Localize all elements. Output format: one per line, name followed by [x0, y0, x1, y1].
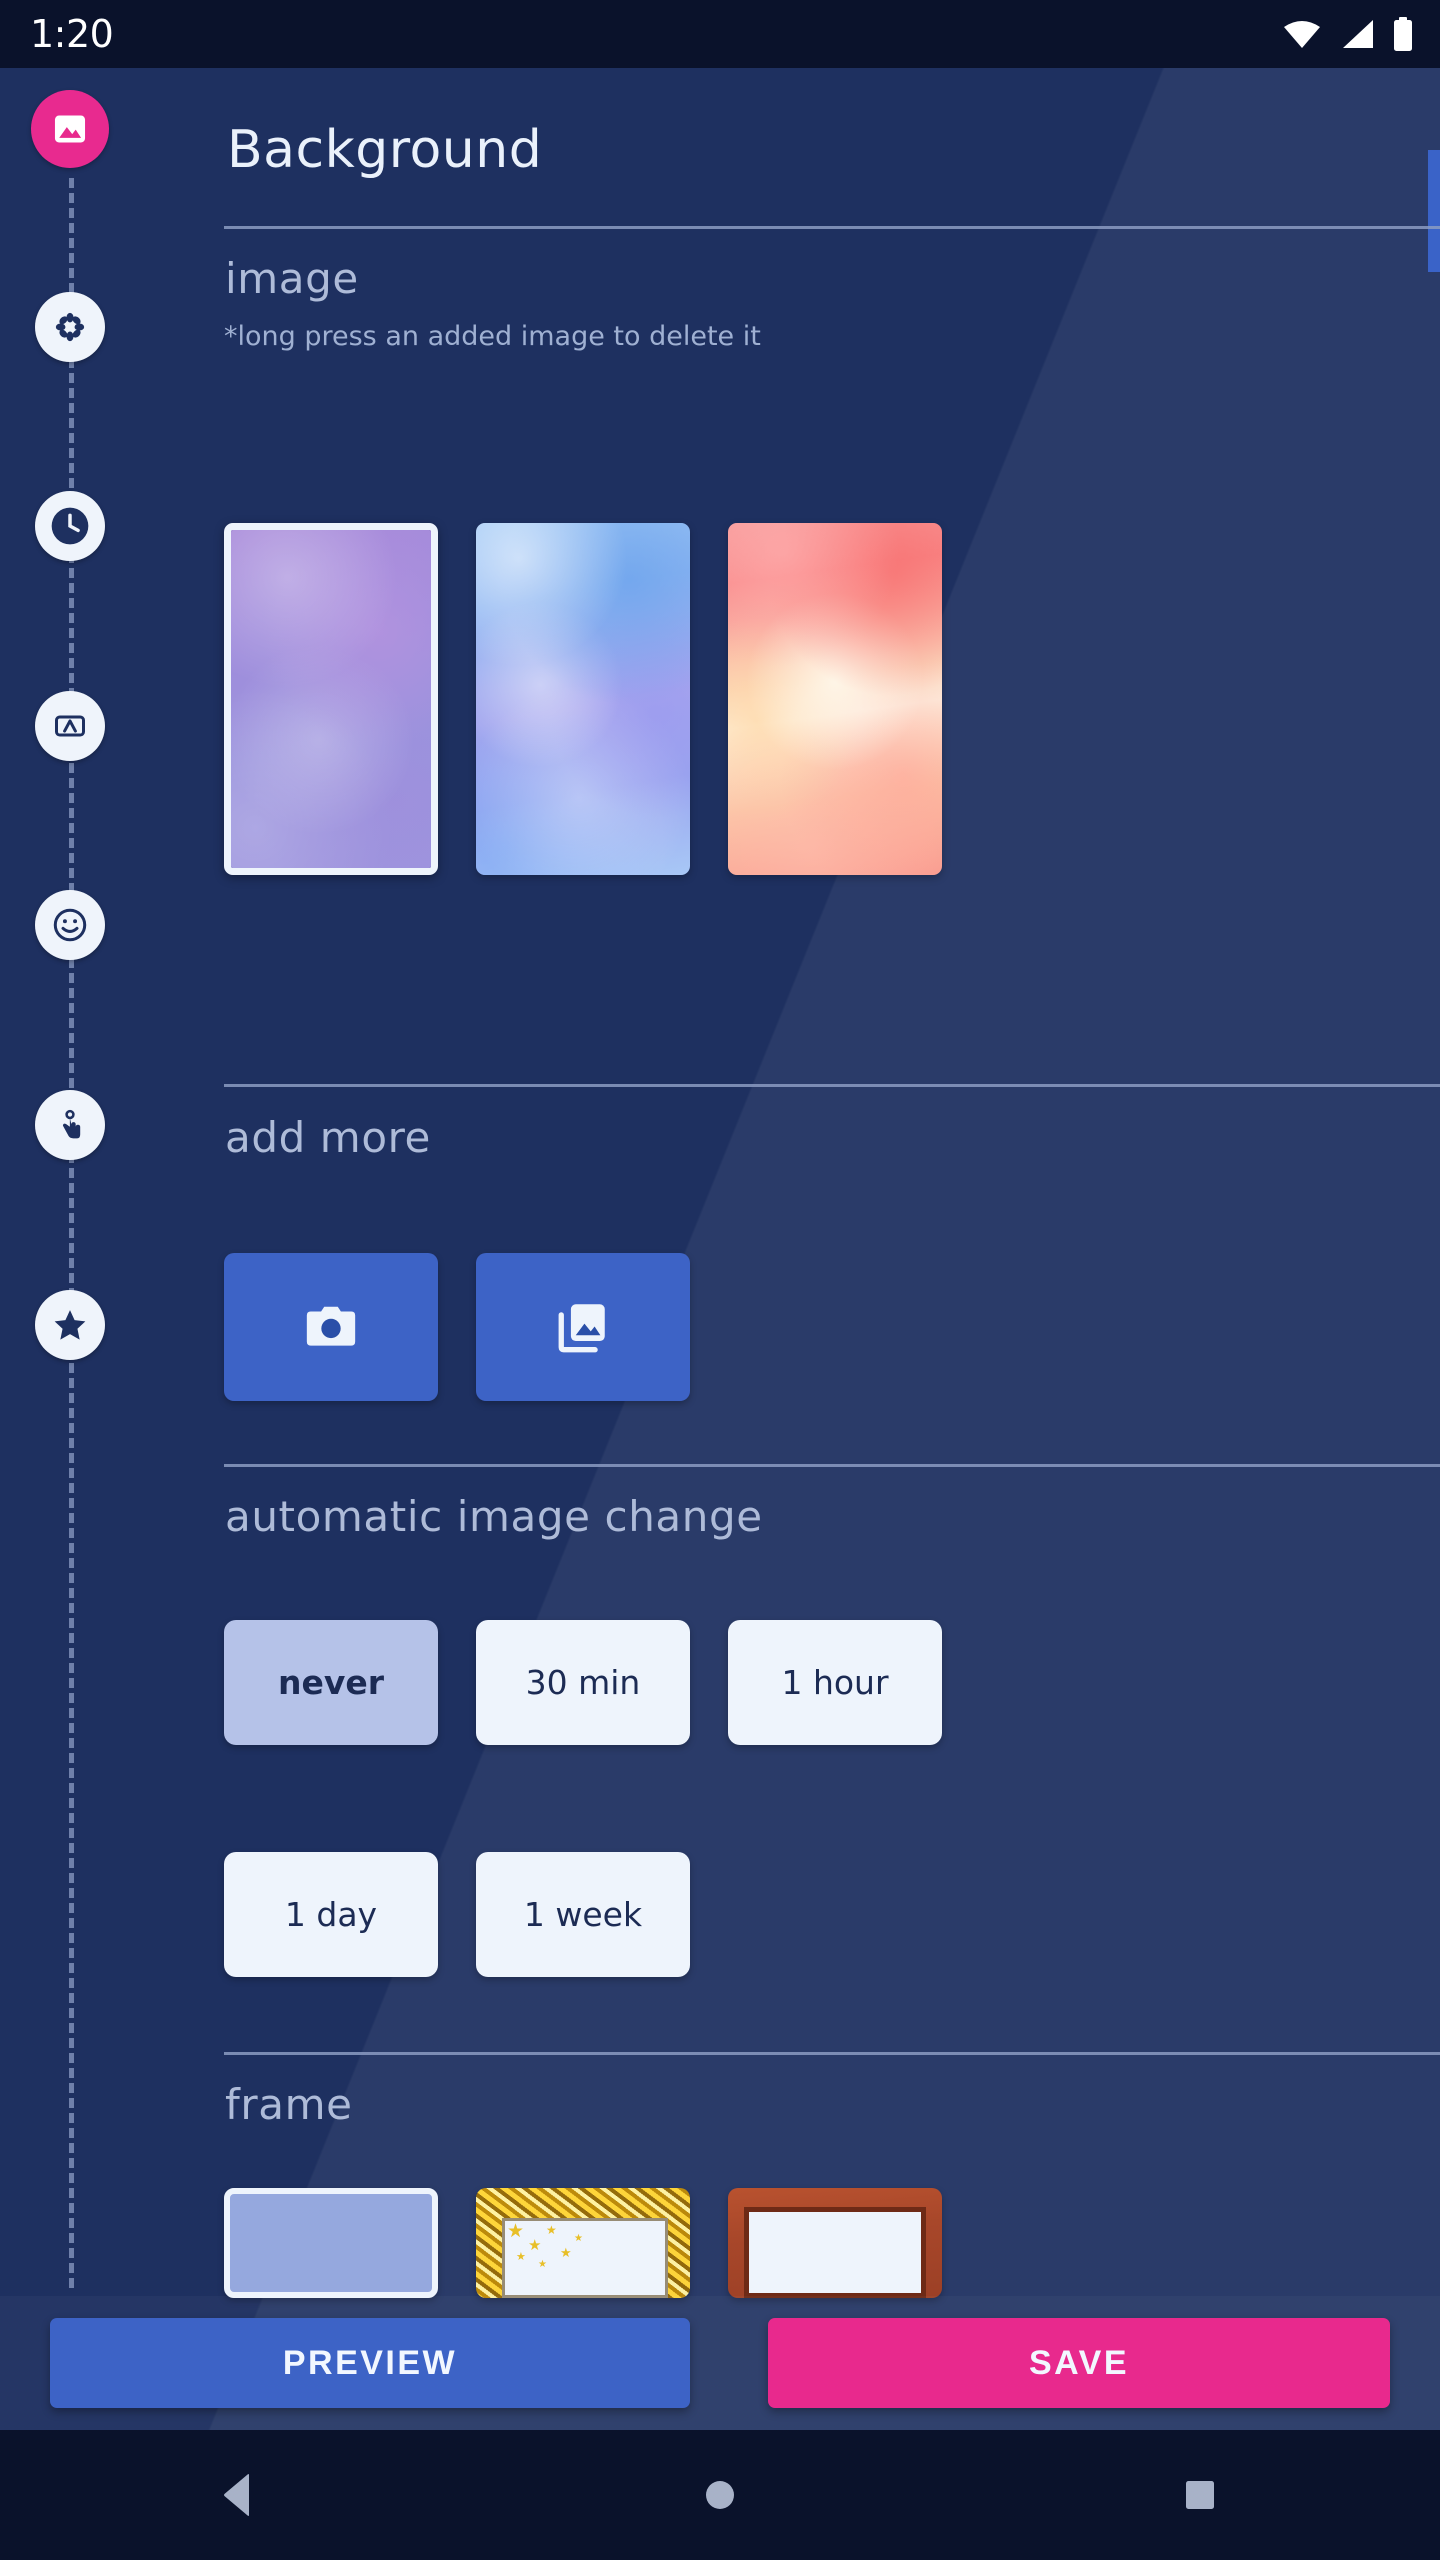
divider-header — [224, 226, 1440, 229]
frame-option-gold[interactable]: ★ ★ ★ ★ ★ ★ ★ — [476, 2188, 690, 2298]
wifi-icon — [1284, 21, 1320, 48]
clock-icon — [51, 507, 89, 545]
frame-mat — [744, 2207, 926, 2298]
action-bar: PREVIEW SAVE — [0, 2300, 1440, 2426]
content-column: Background image *long press an added im… — [140, 68, 1440, 2298]
smiley-icon — [53, 908, 87, 942]
divider-frame — [224, 2052, 1440, 2055]
status-time: 1:20 — [30, 12, 114, 56]
interval-option-never[interactable]: never — [224, 1620, 438, 1745]
battery-icon — [1394, 17, 1412, 51]
android-nav-bar — [0, 2430, 1440, 2560]
page-title: Background — [227, 120, 543, 180]
thumbnail-texture — [476, 523, 690, 875]
font-a-icon — [55, 715, 85, 737]
thumbnail-texture — [728, 523, 942, 875]
section-label-add-more: add more — [225, 1113, 432, 1162]
preview-button[interactable]: PREVIEW — [50, 2318, 690, 2408]
save-button[interactable]: SAVE — [768, 2318, 1390, 2408]
section-hint-image: *long press an added image to delete it — [224, 321, 761, 352]
sidebar-item-clock[interactable] — [35, 491, 105, 561]
nav-recents-button[interactable] — [1120, 2430, 1280, 2560]
interval-option-1-hour[interactable]: 1 hour — [728, 1620, 942, 1745]
sidebar-item-favorites[interactable] — [35, 1290, 105, 1360]
back-icon — [224, 2474, 249, 2516]
interval-option-1-day[interactable]: 1 day — [224, 1852, 438, 1977]
thumbnail-texture — [231, 530, 431, 868]
section-label-automatic-change: automatic image change — [225, 1492, 763, 1541]
sidebar-item-emoji[interactable] — [35, 890, 105, 960]
photo-library-icon — [558, 1304, 605, 1353]
add-from-camera-button[interactable] — [224, 1253, 438, 1401]
recents-icon — [1186, 2481, 1214, 2509]
sidebar-item-background[interactable] — [31, 90, 109, 168]
image-icon — [54, 115, 86, 143]
background-thumbnail-coral[interactable] — [728, 523, 942, 875]
frame-option-wood[interactable] — [728, 2188, 942, 2298]
divider-automatic-change — [224, 1464, 1440, 1467]
add-from-gallery-button[interactable] — [476, 1253, 690, 1401]
background-thumbnail-blue[interactable] — [476, 523, 690, 875]
status-icons — [1282, 17, 1414, 51]
app-screen: 1:20 Background image *long press an add… — [0, 0, 1440, 2560]
cellular-signal-icon — [1343, 20, 1373, 48]
camera-icon — [306, 1306, 356, 1346]
section-label-frame: frame — [225, 2080, 353, 2129]
section-label-image: image — [225, 254, 359, 303]
sidebar-item-font[interactable] — [35, 691, 105, 761]
tap-hand-icon — [62, 1109, 81, 1139]
frame-mat: ★ ★ ★ ★ ★ ★ ★ — [502, 2218, 668, 2298]
interval-option-30-min[interactable]: 30 min — [476, 1620, 690, 1745]
status-bar: 1:20 — [0, 0, 1440, 68]
sidebar-rail — [0, 68, 140, 2298]
nav-home-button[interactable] — [640, 2430, 800, 2560]
interval-option-1-week[interactable]: 1 week — [476, 1852, 690, 1977]
sidebar-item-touch[interactable] — [35, 1090, 105, 1160]
star-icon — [54, 1310, 86, 1340]
frame-option-none[interactable] — [224, 2188, 438, 2298]
flower-icon — [55, 312, 85, 342]
background-thumbnail-purple[interactable] — [224, 523, 438, 875]
home-icon — [706, 2481, 734, 2509]
sidebar-item-theme[interactable] — [35, 292, 105, 362]
nav-back-button[interactable] — [160, 2430, 320, 2560]
divider-add-more — [224, 1084, 1440, 1087]
